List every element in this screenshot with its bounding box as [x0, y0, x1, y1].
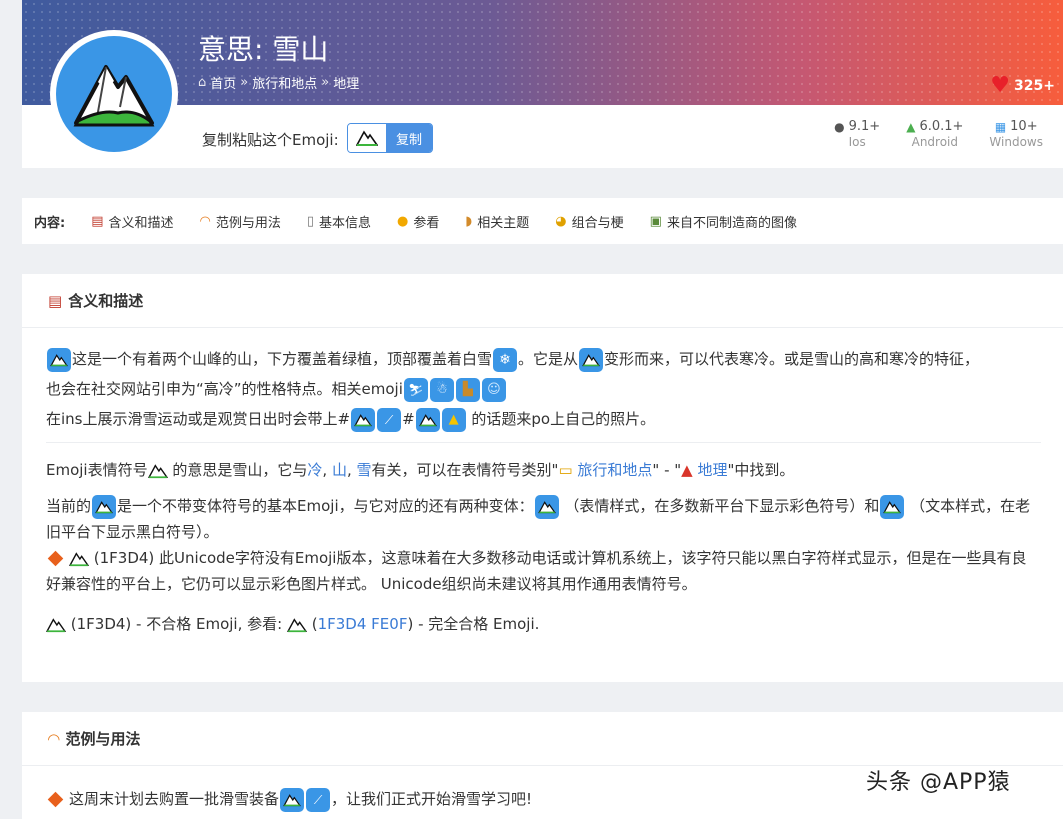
bus-icon: ▭: [558, 461, 573, 479]
mountain-emoji-icon: [69, 551, 89, 566]
platform-support: ● 9.1+ Ios ▲ 6.0.1+ Android ▦ 10+ Windows: [834, 119, 1043, 149]
category-paragraph: Emoji表情符号 的意思是雪山，它与冷, 山, 雪有关，可以在表情符号类别"▭…: [46, 461, 795, 479]
heart-icon: ♥: [990, 73, 1011, 98]
mountain-emoji-icon: [534, 494, 559, 519]
meaning-paragraph: 这是一个有着两个山峰的山，下方覆盖着绿植，顶部覆盖着白雪 ❄ 。它是从 变形而来，可以…: [46, 344, 1041, 434]
mountain-emoji-icon: [47, 347, 71, 372]
skier-icon: ⛷: [403, 377, 428, 402]
mountain-emoji-icon[interactable]: [348, 124, 386, 152]
like-button[interactable]: ♥ 325+: [990, 75, 1055, 97]
toc-item-combos[interactable]: ◕ 组合与梗: [555, 212, 623, 231]
platform-android: ▲ 6.0.1+ Android: [906, 119, 964, 149]
boot-icon: ▙: [455, 377, 480, 402]
mountain-emoji-icon: [880, 494, 905, 519]
diamond-icon: [47, 791, 64, 808]
platform-windows: ▦ 10+ Windows: [989, 119, 1043, 149]
mountain-emoji-icon: [92, 494, 117, 519]
copy-widget: 复制: [347, 123, 433, 153]
mountain-emoji-icon: [415, 407, 440, 432]
toc-item-related[interactable]: ◗ 相关主题: [465, 212, 529, 231]
mountain-emoji-icon: [286, 617, 307, 632]
codepoint-link[interactable]: 1F3D4 FE0F: [318, 615, 408, 633]
like-count: 325+: [1014, 78, 1055, 94]
contents-label: 内容:: [34, 215, 66, 231]
related-link-snow[interactable]: 雪: [357, 461, 372, 479]
mountain-emoji-icon: [280, 787, 305, 812]
mountain-emoji-icon: [147, 463, 168, 478]
snow-capped-mountain-icon: [73, 65, 155, 127]
meaning-section: ▤ 含义和描述 这是一个有着两个山峰的山，下方覆盖着绿植，顶部覆盖着白雪 ❄ 。它是…: [22, 274, 1063, 682]
mountain-emoji-icon: [46, 617, 66, 632]
toc-item-examples[interactable]: ◠ 范例与用法: [200, 212, 281, 231]
toc-item-basic-info[interactable]: ▯ 基本信息: [307, 212, 371, 231]
volcano-icon: ▲: [681, 461, 693, 479]
variant-paragraph: 当前的 是一个不带变体符号的基本Emoji，与它对应的还有两种变体： （表情样式，…: [46, 493, 1041, 597]
sunrise-over-mountains-icon: ▲: [441, 407, 466, 432]
mountain-emoji-icon: [579, 347, 604, 372]
qualification-paragraph: (1F3D4) - 不合格 Emoji, 参看: (1F3D4 FE0F) - …: [46, 609, 1041, 639]
section-title-examples: ◠ 范例与用法: [22, 712, 1063, 766]
copy-button[interactable]: 复制: [386, 124, 432, 152]
toc-item-meaning[interactable]: ▤ 含义和描述: [91, 212, 173, 231]
rainbow-icon: ◠: [48, 729, 60, 748]
toc-item-see-also[interactable]: ● 参看: [397, 212, 439, 231]
section-title-meaning: ▤ 含义和描述: [22, 274, 1063, 328]
home-icon: ⌂: [198, 75, 207, 90]
hamburger-icon: ◗: [465, 213, 473, 229]
emoji-avatar: [50, 30, 178, 158]
picture-icon: ▣: [649, 213, 662, 229]
breadcrumb-home[interactable]: 首页: [210, 73, 236, 92]
document-icon: ▯: [306, 213, 315, 229]
snowflake-icon: ❄: [493, 347, 518, 372]
contents-nav: 内容: ▤ 含义和描述 ◠ 范例与用法 ▯ 基本信息 ● 参看 ◗ 相关主题 ◕ 组合与梗 …: [22, 198, 1063, 244]
header-banner: 意思: 雪山 ⌂ 首页 » 旅行和地点 » 地理 ♥ 325+: [22, 0, 1063, 105]
books-icon: ▤: [91, 213, 104, 229]
breadcrumb-subcategory[interactable]: 地理: [333, 73, 359, 92]
watermark: 头条 @APP猿: [866, 770, 1011, 795]
toc-item-vendor-images[interactable]: ▣ 来自不同制造商的图像: [650, 212, 797, 231]
android-icon: ▲: [906, 119, 916, 134]
snowman-icon: ☃: [429, 377, 454, 402]
copy-label: 复制粘贴这个Emoji:: [202, 131, 339, 149]
cold-face-icon: ☺: [481, 377, 506, 402]
windows-icon: ▦: [994, 119, 1007, 134]
breadcrumb: ⌂ 首页 » 旅行和地点 » 地理: [198, 73, 360, 92]
rainbow-icon: ◠: [199, 213, 211, 229]
palette-icon: ◕: [555, 213, 567, 229]
platform-ios: ● 9.1+ Ios: [834, 119, 881, 149]
diamond-icon: [47, 550, 64, 567]
breadcrumb-category[interactable]: 旅行和地点: [252, 73, 317, 92]
related-link-cold[interactable]: 冷: [307, 461, 322, 479]
related-link-mountain[interactable]: 山: [332, 461, 347, 479]
ski-icon: ⟋: [306, 787, 331, 812]
ski-icon: ⟋: [377, 407, 402, 432]
mountain-emoji-icon: [351, 407, 376, 432]
books-icon: ▤: [48, 291, 63, 310]
info-bar: 复制粘贴这个Emoji: 复制 ● 9.1+ Ios ▲ 6.0.1+ Androi…: [22, 105, 1063, 168]
page-title: 意思: 雪山: [198, 33, 329, 66]
category-link-geography[interactable]: 地理: [693, 461, 727, 479]
apple-icon: ●: [834, 119, 845, 134]
pointing-icon: ●: [397, 213, 409, 229]
category-link-travel[interactable]: 旅行和地点: [573, 461, 652, 479]
